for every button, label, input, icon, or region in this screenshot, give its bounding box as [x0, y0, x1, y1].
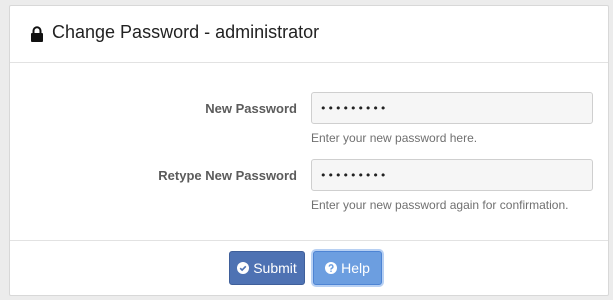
new-password-field[interactable]: [311, 92, 593, 124]
submit-label: Submit: [253, 260, 297, 276]
new-password-help: Enter your new password here.: [311, 131, 478, 145]
panel-title: Change Password - administrator: [52, 22, 320, 42]
retype-password-label: Retype New Password: [158, 168, 297, 183]
new-password-label: New Password: [205, 101, 297, 116]
retype-password-help: Enter your new password again for confir…: [311, 198, 569, 212]
footer-divider: [10, 240, 608, 241]
question-circle-icon: [325, 262, 338, 274]
retype-password-field[interactable]: [311, 159, 593, 191]
help-label: Help: [341, 260, 370, 276]
submit-button[interactable]: Submit: [229, 251, 305, 285]
check-circle-icon: [237, 262, 250, 274]
lock-icon: [31, 26, 43, 42]
change-password-panel: Change Password - administrator New Pass…: [9, 5, 609, 296]
panel-header: Change Password - administrator: [10, 6, 608, 63]
help-button[interactable]: Help: [313, 251, 382, 285]
